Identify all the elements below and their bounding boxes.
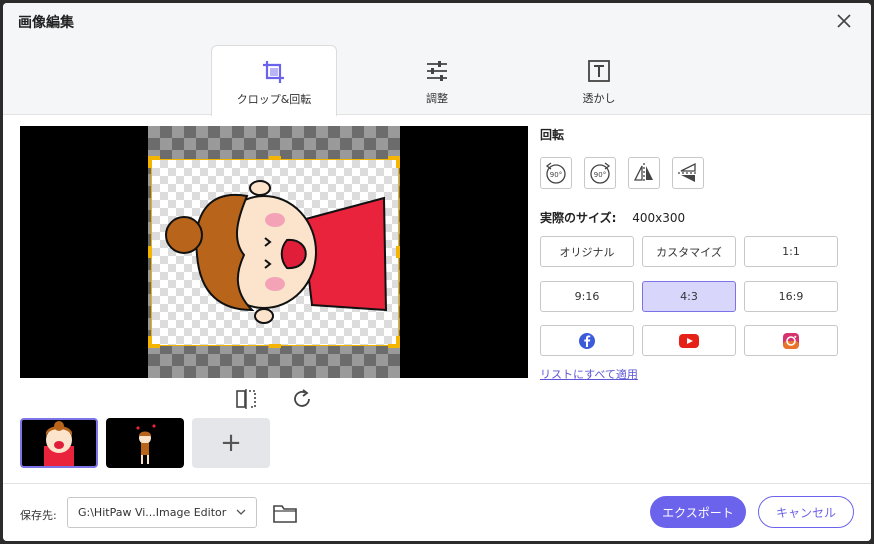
- close-icon[interactable]: [835, 12, 853, 30]
- youtube-ratio-button[interactable]: [642, 325, 736, 356]
- thumbnail-2[interactable]: [106, 418, 184, 468]
- cancel-button[interactable]: キャンセル: [758, 496, 854, 528]
- ratio-custom-button[interactable]: カスタマイズ: [642, 236, 736, 267]
- flip-vertical-icon: [678, 162, 698, 182]
- facebook-ratio-button[interactable]: [540, 325, 634, 356]
- dialog-footer: 保存先: G:\HitPaw Vi...Image Editor エクスポート …: [3, 483, 871, 541]
- ratio-16-9-button[interactable]: 16:9: [744, 281, 838, 312]
- rotate-left-button[interactable]: 90°: [540, 157, 572, 189]
- tab-label: 透かし: [582, 92, 616, 105]
- tab-watermark[interactable]: 透かし: [536, 45, 662, 115]
- dialog-title: 画像編集: [18, 15, 74, 31]
- crop-handle[interactable]: [396, 246, 400, 258]
- ratio-original-button[interactable]: オリジナル: [540, 236, 634, 267]
- rotate-ccw-icon: 90°: [545, 162, 566, 184]
- rotate-cw-icon: 90°: [590, 162, 611, 184]
- size-label: 実際のサイズ:: [540, 211, 617, 225]
- watermark-text-icon: [588, 60, 610, 82]
- ratio-1-1-button[interactable]: 1:1: [744, 236, 838, 267]
- ratio-4-3-button[interactable]: 4:3: [642, 281, 736, 312]
- tab-label: 調整: [426, 92, 448, 105]
- tab-crop-rotate[interactable]: クロップ&回転: [211, 45, 337, 116]
- save-path-select[interactable]: G:\HitPaw Vi...Image Editor: [67, 497, 257, 528]
- save-path-value: G:\HitPaw Vi...Image Editor: [78, 506, 227, 519]
- export-button[interactable]: エクスポート: [650, 496, 746, 528]
- flip-horizontal-icon: [633, 163, 653, 183]
- crop-handle[interactable]: [396, 336, 400, 348]
- crop-handle[interactable]: [148, 246, 152, 258]
- dialog-header: 画像編集 クロップ&回転 調整 透かし: [3, 3, 871, 116]
- save-location-label: 保存先:: [20, 509, 57, 522]
- image-preview[interactable]: [20, 126, 528, 378]
- flip-horizontal-button[interactable]: [628, 157, 660, 189]
- svg-text:90°: 90°: [550, 171, 562, 179]
- tab-label: クロップ&回転: [236, 93, 312, 106]
- flip-vertical-button[interactable]: [672, 157, 704, 189]
- ratio-9-16-button[interactable]: 9:16: [540, 281, 634, 312]
- thumbnail-image: [44, 421, 74, 466]
- svg-text:90°: 90°: [594, 171, 606, 179]
- facebook-icon: [579, 332, 595, 349]
- crop-handle[interactable]: [148, 156, 152, 168]
- crop-handle[interactable]: [148, 336, 152, 348]
- instagram-icon: [783, 332, 799, 349]
- apply-to-all-link[interactable]: リストにすべて適用: [540, 366, 638, 382]
- rotate-right-button[interactable]: 90°: [584, 157, 616, 189]
- size-value: 400x300: [632, 211, 686, 225]
- youtube-icon: [679, 333, 699, 348]
- thumbnail-1[interactable]: [20, 418, 98, 468]
- chevron-down-icon: [236, 509, 246, 515]
- actual-size: 実際のサイズ: 400x300: [540, 209, 685, 226]
- crop-icon: [263, 61, 284, 83]
- crop-handle[interactable]: [396, 156, 400, 168]
- tab-adjust[interactable]: 調整: [374, 45, 500, 115]
- sliders-icon: [427, 61, 447, 81]
- crop-rotate-panel: 回転 90° 90° 実際のサイズ: 400x300 オリジナル カスタマイズ …: [540, 126, 860, 381]
- crop-area[interactable]: [151, 159, 399, 346]
- crop-handle[interactable]: [269, 344, 281, 348]
- image-edit-dialog: 画像編集 クロップ&回転 調整 透かし + 回転 90° 90° 実際のサイズ:…: [3, 3, 871, 541]
- folder-icon[interactable]: [272, 502, 298, 524]
- character-image: [165, 180, 388, 324]
- instagram-ratio-button[interactable]: [744, 325, 838, 356]
- rotate-label: 回転: [540, 128, 565, 142]
- add-image-button[interactable]: +: [192, 418, 270, 468]
- flip-horizontal-icon[interactable]: [235, 388, 257, 410]
- crop-handle[interactable]: [269, 156, 281, 160]
- rotate-icon[interactable]: [291, 388, 313, 410]
- thumbnail-image: [136, 424, 156, 464]
